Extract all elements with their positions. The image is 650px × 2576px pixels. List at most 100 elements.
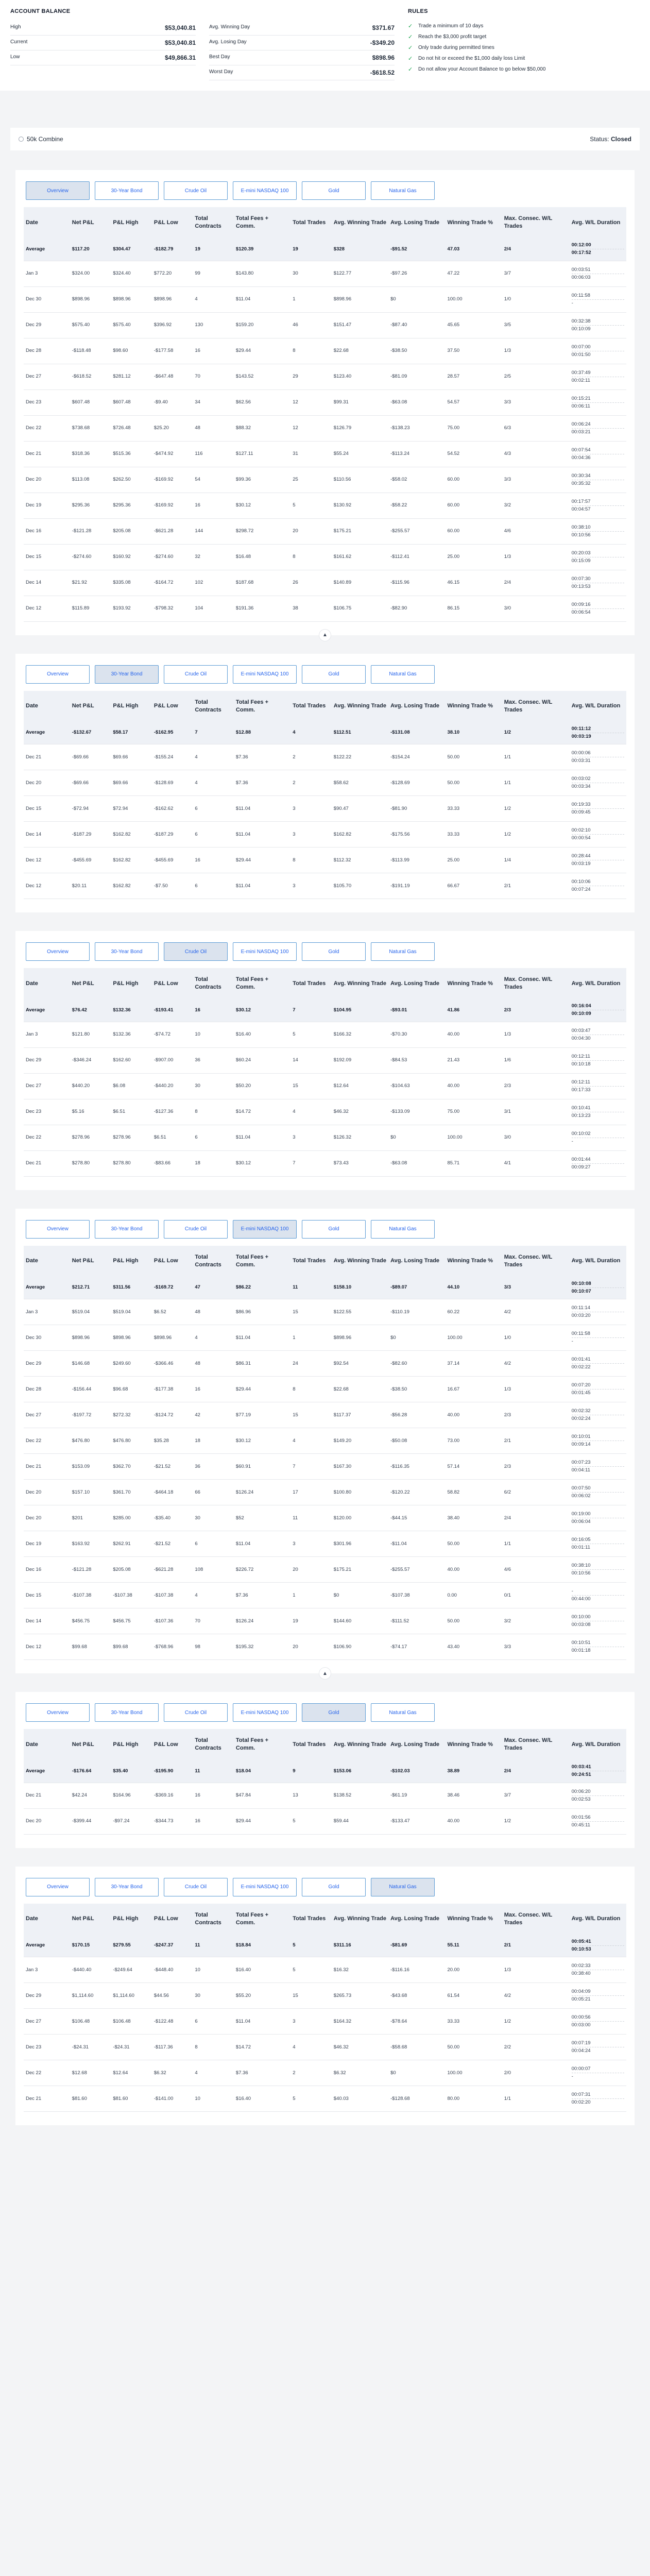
column-header[interactable]: Total Trades [290, 968, 332, 999]
column-header[interactable]: Total Fees + Comm. [233, 1903, 291, 1935]
column-header[interactable]: Total Contracts [193, 1729, 234, 1760]
tab-gold[interactable]: Gold [302, 1703, 366, 1722]
column-header[interactable]: Avg. W/L Duration [569, 690, 626, 722]
column-header[interactable]: Total Fees + Comm. [233, 207, 291, 238]
column-header[interactable]: P&L High [111, 690, 152, 722]
tab-overview[interactable]: Overview [26, 1703, 90, 1722]
column-header[interactable]: Avg. W/L Duration [569, 1903, 626, 1935]
tab-overview[interactable]: Overview [26, 1877, 90, 1896]
column-header[interactable]: Date [24, 1903, 70, 1935]
column-header[interactable]: Total Fees + Comm. [233, 1729, 291, 1760]
tab-overview[interactable]: Overview [26, 1219, 90, 1239]
column-header[interactable]: Avg. Winning Trade [331, 1903, 389, 1935]
column-header[interactable]: Total Trades [290, 1903, 332, 1935]
column-header[interactable]: Avg. Losing Trade [388, 690, 446, 722]
column-header[interactable]: Avg. Winning Trade [331, 1729, 389, 1760]
column-header[interactable]: Avg. Winning Trade [331, 968, 389, 999]
column-header[interactable]: Total Contracts [193, 690, 234, 722]
column-header[interactable]: Total Fees + Comm. [233, 690, 291, 722]
column-header[interactable]: Net P&L [70, 690, 111, 722]
tab-natural-gas[interactable]: Natural Gas [371, 181, 435, 200]
column-header[interactable]: Max. Consec. W/L Trades [502, 1903, 570, 1935]
column-header[interactable]: Total Trades [290, 1245, 332, 1277]
tab-crude-oil[interactable]: Crude Oil [164, 1877, 228, 1896]
column-header[interactable]: Winning Trade % [445, 968, 502, 999]
tab-gold[interactable]: Gold [302, 1219, 366, 1239]
tab-e-mini-nasdaq-100[interactable]: E-mini NASDAQ 100 [233, 942, 297, 961]
column-header[interactable]: Avg. Losing Trade [388, 1245, 446, 1277]
column-header[interactable]: Total Contracts [193, 968, 234, 999]
column-header[interactable]: Net P&L [70, 207, 111, 238]
radio-icon[interactable] [19, 137, 24, 142]
column-header[interactable]: Net P&L [70, 1903, 111, 1935]
column-header[interactable]: Avg. W/L Duration [569, 1729, 626, 1760]
column-header[interactable]: Max. Consec. W/L Trades [502, 1729, 570, 1760]
tab-natural-gas[interactable]: Natural Gas [371, 1703, 435, 1722]
column-header[interactable]: Avg. Winning Trade [331, 690, 389, 722]
tab-e-mini-nasdaq-100[interactable]: E-mini NASDAQ 100 [233, 1219, 297, 1239]
tab-crude-oil[interactable]: Crude Oil [164, 1703, 228, 1722]
column-header[interactable]: Avg. Losing Trade [388, 1903, 446, 1935]
tab-e-mini-nasdaq-100[interactable]: E-mini NASDAQ 100 [233, 1703, 297, 1722]
column-header[interactable]: Avg. Losing Trade [388, 207, 446, 238]
tab-30-year-bond[interactable]: 30-Year Bond [95, 665, 159, 684]
column-header[interactable]: Total Trades [290, 690, 332, 722]
tab-e-mini-nasdaq-100[interactable]: E-mini NASDAQ 100 [233, 665, 297, 684]
tab-overview[interactable]: Overview [26, 181, 90, 200]
column-header[interactable]: P&L Low [151, 690, 193, 722]
tab-30-year-bond[interactable]: 30-Year Bond [95, 1219, 159, 1239]
tab-crude-oil[interactable]: Crude Oil [164, 942, 228, 961]
column-header[interactable]: Net P&L [70, 1245, 111, 1277]
column-header[interactable]: Total Trades [290, 1729, 332, 1760]
tab-natural-gas[interactable]: Natural Gas [371, 942, 435, 961]
combine-selector[interactable]: 50k Combine [19, 135, 63, 143]
column-header[interactable]: P&L High [111, 968, 152, 999]
column-header[interactable]: P&L Low [151, 1729, 193, 1760]
tab-overview[interactable]: Overview [26, 665, 90, 684]
column-header[interactable]: Total Contracts [193, 1245, 234, 1277]
column-header[interactable]: Max. Consec. W/L Trades [502, 207, 570, 238]
column-header[interactable]: Winning Trade % [445, 690, 502, 722]
tab-crude-oil[interactable]: Crude Oil [164, 665, 228, 684]
column-header[interactable]: Avg. Winning Trade [331, 207, 389, 238]
column-header[interactable]: Winning Trade % [445, 207, 502, 238]
tab-30-year-bond[interactable]: 30-Year Bond [95, 1703, 159, 1722]
column-header[interactable]: P&L High [111, 207, 152, 238]
column-header[interactable]: Net P&L [70, 968, 111, 999]
tab-30-year-bond[interactable]: 30-Year Bond [95, 181, 159, 200]
tab-natural-gas[interactable]: Natural Gas [371, 665, 435, 684]
tab-e-mini-nasdaq-100[interactable]: E-mini NASDAQ 100 [233, 181, 297, 200]
column-header[interactable]: Date [24, 1245, 70, 1277]
column-header[interactable]: Avg. Losing Trade [388, 1729, 446, 1760]
column-header[interactable]: Net P&L [70, 1729, 111, 1760]
column-header[interactable]: P&L Low [151, 207, 193, 238]
column-header[interactable]: P&L Low [151, 968, 193, 999]
column-header[interactable]: Total Fees + Comm. [233, 1245, 291, 1277]
column-header[interactable]: P&L Low [151, 1245, 193, 1277]
tab-30-year-bond[interactable]: 30-Year Bond [95, 942, 159, 961]
column-header[interactable]: Avg. Losing Trade [388, 968, 446, 999]
column-header[interactable]: Max. Consec. W/L Trades [502, 690, 570, 722]
column-header[interactable]: Total Trades [290, 207, 332, 238]
column-header[interactable]: Date [24, 207, 70, 238]
column-header[interactable]: Winning Trade % [445, 1245, 502, 1277]
column-header[interactable]: Avg. W/L Duration [569, 1245, 626, 1277]
column-header[interactable]: Total Contracts [193, 207, 234, 238]
column-header[interactable]: Max. Consec. W/L Trades [502, 968, 570, 999]
column-header[interactable]: Date [24, 690, 70, 722]
tab-e-mini-nasdaq-100[interactable]: E-mini NASDAQ 100 [233, 1877, 297, 1896]
tab-gold[interactable]: Gold [302, 181, 366, 200]
column-header[interactable]: P&L High [111, 1729, 152, 1760]
tab-crude-oil[interactable]: Crude Oil [164, 1219, 228, 1239]
column-header[interactable]: Winning Trade % [445, 1903, 502, 1935]
tab-overview[interactable]: Overview [26, 942, 90, 961]
scroll-up-button[interactable]: ▲ [319, 1667, 331, 1680]
column-header[interactable]: Max. Consec. W/L Trades [502, 1245, 570, 1277]
column-header[interactable]: Total Contracts [193, 1903, 234, 1935]
scroll-up-button[interactable]: ▲ [319, 629, 331, 641]
column-header[interactable]: Total Fees + Comm. [233, 968, 291, 999]
column-header[interactable]: Avg. W/L Duration [569, 207, 626, 238]
column-header[interactable]: P&L Low [151, 1903, 193, 1935]
column-header[interactable]: Avg. Winning Trade [331, 1245, 389, 1277]
tab-crude-oil[interactable]: Crude Oil [164, 181, 228, 200]
